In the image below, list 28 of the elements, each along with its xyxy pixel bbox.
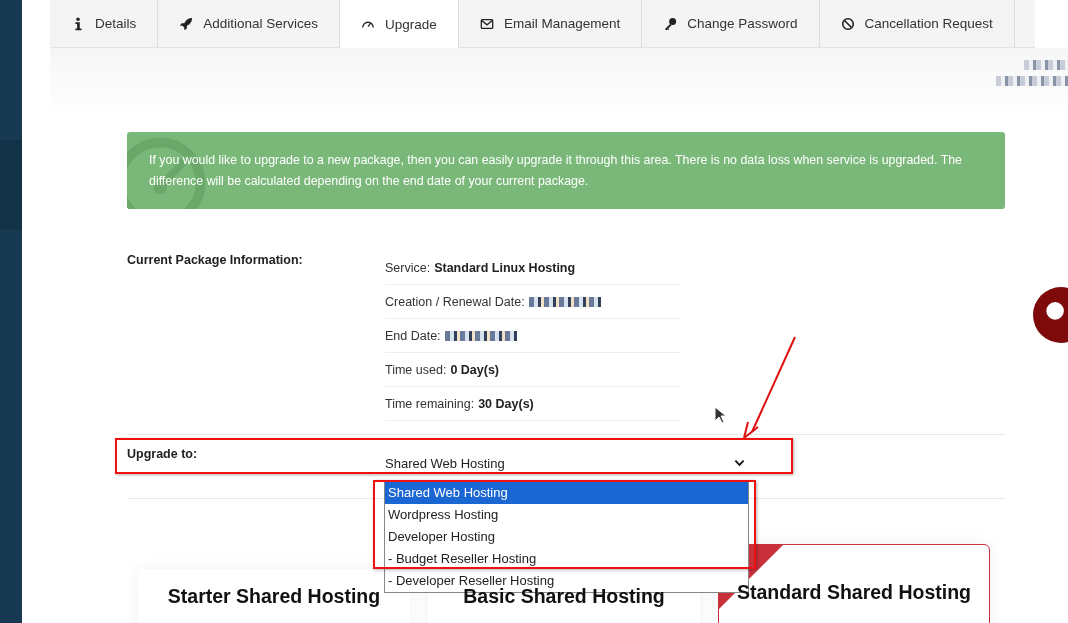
plan-title: Starter Shared Hosting <box>167 585 381 609</box>
redacted-text <box>996 76 1068 86</box>
speech-bubble-icon <box>1043 301 1065 323</box>
cursor-icon <box>714 406 726 424</box>
info-label: End Date: <box>385 328 441 343</box>
envelope-icon <box>479 16 494 31</box>
info-label: Service: <box>385 260 431 275</box>
key-icon <box>663 16 678 31</box>
dropdown-option[interactable]: Shared Web Hosting <box>385 482 748 504</box>
chevron-down-icon <box>734 459 745 467</box>
info-value: 30 Day(s) <box>478 396 534 411</box>
rocket-icon <box>179 16 194 31</box>
info-label: Time used: <box>385 362 447 377</box>
section-label: Current Package Information: <box>127 252 304 269</box>
redacted-text <box>1024 60 1068 70</box>
package-select[interactable]: Shared Web Hosting <box>385 451 747 475</box>
dropdown-option[interactable]: Wordpress Hosting <box>385 504 748 526</box>
prohibited-icon <box>840 16 855 31</box>
tab[interactable]: Upgrade <box>340 0 459 48</box>
dropdown-option[interactable]: - Budget Reseller Hosting <box>385 548 748 570</box>
info-value: 0 Day(s) <box>450 362 499 377</box>
dropdown-option[interactable]: Developer Hosting <box>385 526 748 548</box>
field-label: Upgrade to: <box>127 447 199 463</box>
info-label: Creation / Renewal Date: <box>385 294 525 309</box>
plan-title: Standard Shared Hosting <box>737 581 971 605</box>
info-label: Time remaining: <box>385 396 475 411</box>
notice-text: If you would like to upgrade to a new package, then you can easily upgrade it through this area. There is no data loss when service is upgraded. The difference will be calculated depending on the end date of your current package. <box>149 151 963 190</box>
info-value: Standard Linux Hosting <box>434 260 576 275</box>
